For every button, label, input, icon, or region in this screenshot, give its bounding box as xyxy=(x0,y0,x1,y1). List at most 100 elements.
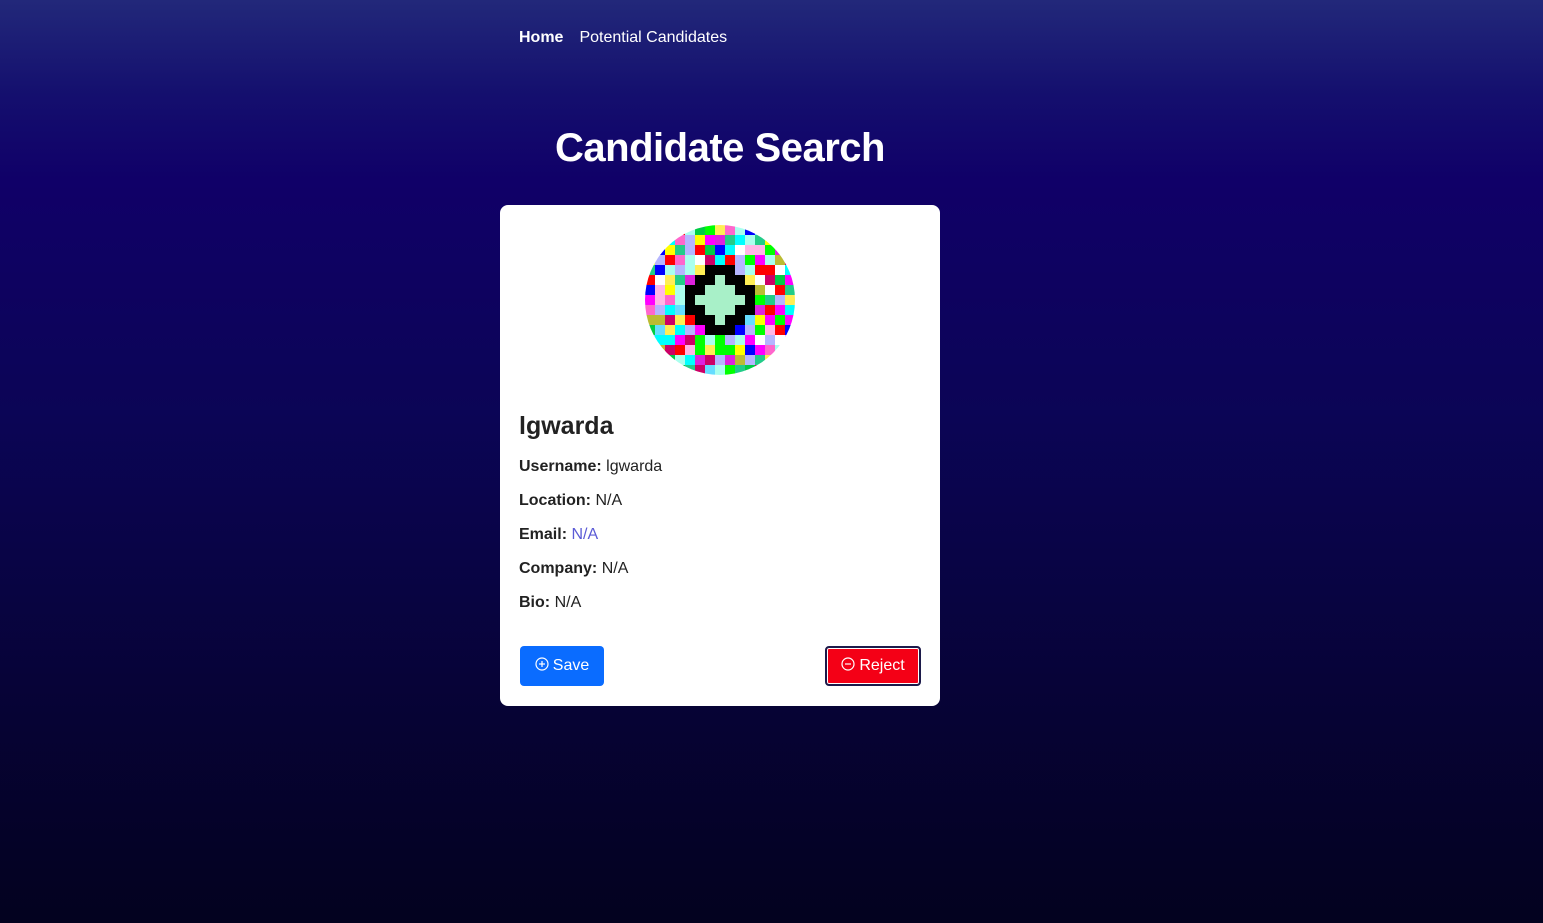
identicon-pixel xyxy=(725,365,735,375)
identicon-pixel xyxy=(705,265,715,275)
identicon-pixel xyxy=(785,365,795,375)
identicon-pixel xyxy=(715,225,725,235)
identicon-pixel xyxy=(785,345,795,355)
identicon-pixel xyxy=(785,325,795,335)
identicon-pixel xyxy=(665,285,675,295)
identicon-pixel xyxy=(725,315,735,325)
identicon-pixel xyxy=(715,245,725,255)
detail-location: Location: N/A xyxy=(519,492,622,510)
identicon-pixel xyxy=(645,245,655,255)
identicon-pixel xyxy=(785,255,795,265)
nav-potential-candidates-link[interactable]: Potential Candidates xyxy=(579,29,727,47)
identicon-pixel xyxy=(725,305,735,315)
nav-home-link[interactable]: Home xyxy=(519,29,563,47)
identicon-pixel xyxy=(695,365,705,375)
identicon-pixel xyxy=(775,315,785,325)
identicon-pixel xyxy=(715,305,725,315)
identicon-pixel xyxy=(655,305,665,315)
save-label: Save xyxy=(552,657,590,674)
identicon-pixel xyxy=(665,355,675,365)
identicon-pixel xyxy=(705,255,715,265)
identicon-pixel xyxy=(725,275,735,285)
identicon-pixel xyxy=(705,345,715,355)
identicon-pixel xyxy=(735,325,745,335)
identicon-pixel xyxy=(725,355,735,365)
identicon-pixel xyxy=(775,265,785,275)
identicon-pixel xyxy=(715,335,725,345)
identicon-pixel xyxy=(675,325,685,335)
identicon-pixel xyxy=(655,245,665,255)
identicon-pixel xyxy=(645,355,655,365)
identicon-pixel xyxy=(655,325,665,335)
identicon-pixel xyxy=(675,225,685,235)
identicon-pixel xyxy=(675,345,685,355)
identicon-pixel xyxy=(785,335,795,345)
identicon-pixel xyxy=(715,295,725,305)
save-button[interactable]: Save xyxy=(520,646,604,686)
identicon-pixel xyxy=(775,235,785,245)
email-link[interactable]: N/A xyxy=(571,526,598,543)
identicon-pixel xyxy=(645,365,655,375)
identicon-pixel xyxy=(655,235,665,245)
identicon-pixel xyxy=(695,295,705,305)
identicon-pixel xyxy=(785,295,795,305)
identicon-pixel xyxy=(695,265,705,275)
identicon-pixel xyxy=(665,335,675,345)
identicon-pixel xyxy=(695,315,705,325)
identicon-pixel xyxy=(785,225,795,235)
identicon-pixel xyxy=(745,295,755,305)
detail-value: lgwarda xyxy=(606,458,663,475)
detail-company: Company: N/A xyxy=(519,560,628,578)
identicon-pixel xyxy=(675,265,685,275)
identicon-pixel xyxy=(785,275,795,285)
identicon-pixel xyxy=(775,285,785,295)
identicon-pixel xyxy=(645,325,655,335)
identicon-pixel xyxy=(765,245,775,255)
identicon-pixel xyxy=(775,255,785,265)
identicon-pixel xyxy=(755,325,765,335)
identicon-pixel xyxy=(675,315,685,325)
identicon-pixel xyxy=(765,365,775,375)
identicon-pixel xyxy=(705,305,715,315)
identicon-pixel xyxy=(735,365,745,375)
identicon-pixel xyxy=(745,345,755,355)
identicon-pixel xyxy=(685,275,695,285)
detail-value: N/A xyxy=(601,560,629,577)
identicon-pixel xyxy=(665,255,675,265)
identicon-pixel xyxy=(685,285,695,295)
identicon-pixel xyxy=(675,305,685,315)
identicon-pixel xyxy=(715,265,725,275)
detail-username: Username: lgwarda xyxy=(519,458,662,476)
identicon-pixel xyxy=(665,315,675,325)
identicon-pixel xyxy=(755,345,765,355)
identicon-pixel xyxy=(745,255,755,265)
identicon-pixel xyxy=(725,265,735,275)
identicon-pixel xyxy=(705,355,715,365)
identicon-pixel xyxy=(725,255,735,265)
identicon-pixel xyxy=(645,285,655,295)
identicon-pixel xyxy=(705,335,715,345)
detail-bio: Bio: N/A xyxy=(519,594,581,612)
identicon-pixel xyxy=(755,335,765,345)
identicon-pixel xyxy=(715,325,725,335)
identicon-pixel xyxy=(715,275,725,285)
identicon-pixel xyxy=(715,315,725,325)
identicon-pixel xyxy=(755,285,765,295)
identicon-pixel xyxy=(735,315,745,325)
identicon-pixel xyxy=(745,365,755,375)
detail-label: Username: xyxy=(519,458,602,475)
identicon-pixel xyxy=(735,285,745,295)
page-title: Candidate Search xyxy=(555,126,885,170)
identicon-pixel xyxy=(775,275,785,285)
identicon-pixel xyxy=(715,355,725,365)
identicon-pixel xyxy=(675,335,685,345)
identicon-pixel xyxy=(755,275,765,285)
identicon-pixel xyxy=(685,295,695,305)
reject-button[interactable]: Reject xyxy=(825,646,921,686)
identicon-pixel xyxy=(725,295,735,305)
detail-email: Email: N/A xyxy=(519,526,598,544)
identicon-pixel xyxy=(725,225,735,235)
minus-circle-icon xyxy=(841,656,855,671)
identicon-pixel xyxy=(675,285,685,295)
identicon-pixel xyxy=(665,275,675,285)
